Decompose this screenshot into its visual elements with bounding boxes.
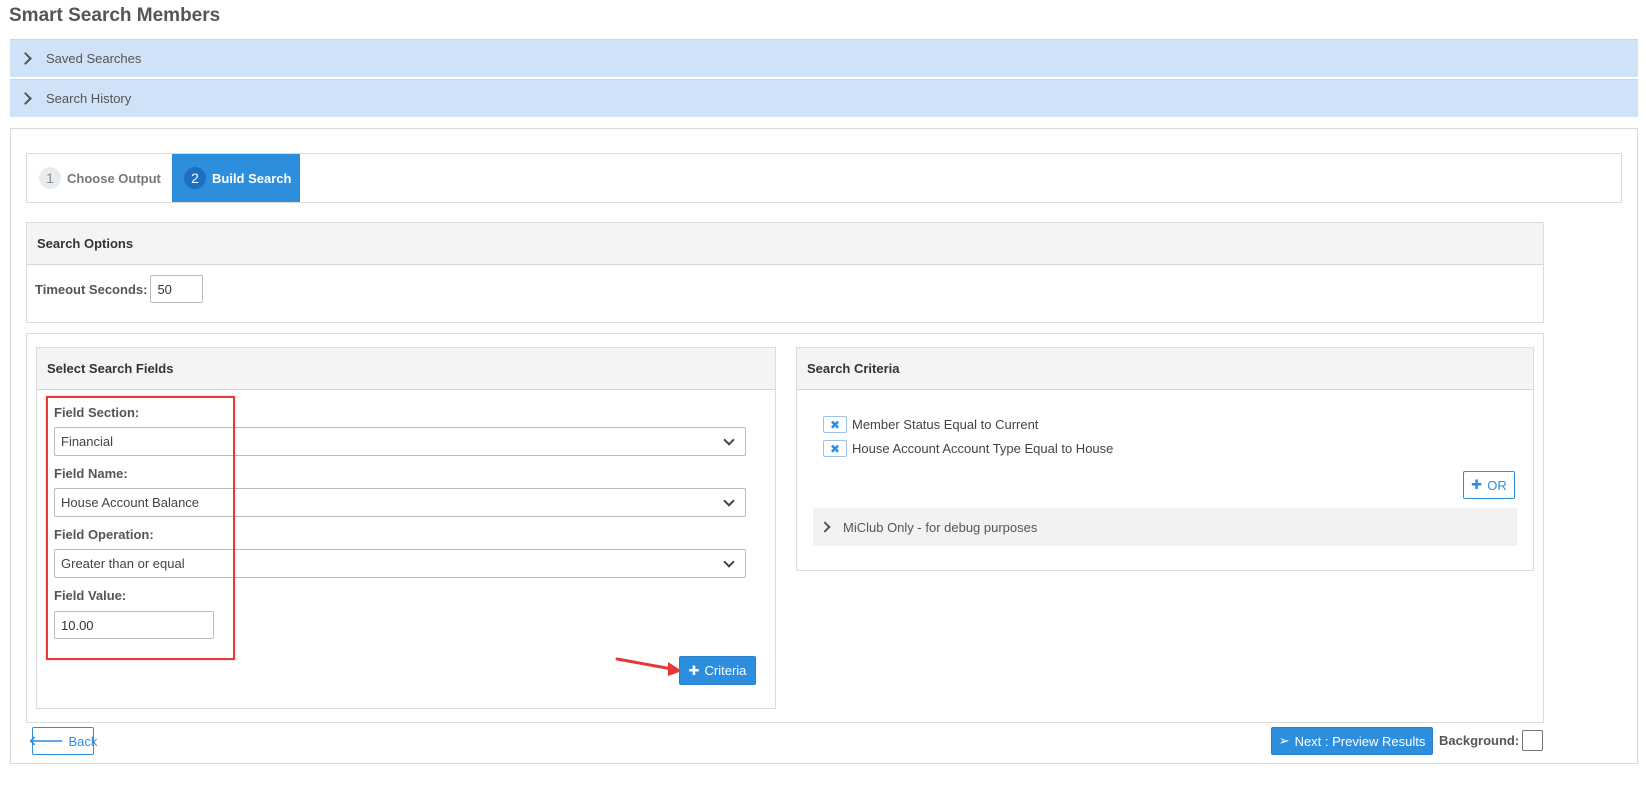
criteria-text: Member Status Equal to Current [852, 417, 1039, 432]
field-operation-select[interactable]: Greater than or equal [54, 549, 746, 578]
chevron-right-icon [19, 92, 32, 105]
plus-icon: ✚ [688, 662, 700, 678]
wizard-steps: 1 Choose Output 2 Build Search [26, 153, 1622, 203]
criteria-item: ✖ House Account Account Type Equal to Ho… [823, 440, 1113, 457]
field-value-input[interactable] [54, 611, 214, 639]
search-options-panel: Search Options Timeout Seconds: [26, 222, 1544, 323]
field-section-label: Field Section: [54, 405, 140, 420]
criteria-text: House Account Account Type Equal to Hous… [852, 441, 1114, 456]
add-criteria-label: Criteria [704, 663, 747, 678]
or-label: OR [1487, 477, 1507, 493]
step-build-search[interactable]: 2 Build Search [172, 154, 300, 202]
panel-heading: Search Criteria [797, 348, 1533, 390]
accordion-label: Saved Searches [46, 51, 142, 66]
accordion-saved-searches[interactable]: Saved Searches [10, 39, 1638, 77]
panel-heading: Select Search Fields [37, 348, 775, 390]
page-title: Smart Search Members [9, 5, 221, 26]
close-icon[interactable]: ✖ [823, 440, 847, 457]
chevron-down-icon [723, 495, 735, 507]
step-label: Choose Output [67, 170, 161, 186]
field-name-label: Field Name: [54, 466, 128, 481]
step-number: 2 [184, 167, 206, 189]
close-icon[interactable]: ✖ [823, 416, 847, 433]
select-value: Greater than or equal [61, 556, 185, 571]
timeout-row: Timeout Seconds: [35, 275, 204, 303]
accordion-search-history[interactable]: Search History [10, 79, 1638, 117]
criteria-item: ✖ Member Status Equal to Current [823, 416, 1038, 433]
annotation-arrow-icon [615, 657, 682, 676]
field-section-select[interactable]: Financial [54, 427, 746, 456]
panel-heading: Search Options [27, 223, 1543, 265]
step-label: Build Search [212, 170, 292, 186]
background-option: Background: [1439, 730, 1544, 751]
debug-accordion[interactable]: MiClub Only - for debug purposes [813, 508, 1517, 546]
accordion-label: Search History [46, 91, 132, 106]
debug-label: MiClub Only - for debug purposes [843, 519, 1038, 535]
add-criteria-button[interactable]: ✚ Criteria [679, 656, 756, 685]
select-value: Financial [61, 434, 114, 449]
or-button[interactable]: ✚ OR [1463, 471, 1515, 499]
field-value-label: Field Value: [54, 588, 127, 603]
paper-plane-icon: ➢ [1278, 733, 1290, 748]
field-name-select[interactable]: House Account Balance [54, 488, 746, 517]
select-value: House Account Balance [61, 495, 200, 510]
plus-icon: ✚ [1471, 477, 1483, 492]
chevron-down-icon [723, 434, 735, 446]
back-label: Back [68, 733, 98, 749]
next-label: Next : Preview Results [1294, 733, 1426, 749]
background-checkbox[interactable] [1522, 730, 1544, 751]
field-operation-label: Field Operation: [54, 527, 154, 542]
chevron-right-icon [19, 52, 32, 65]
chevron-down-icon [723, 556, 735, 568]
background-label: Background: [1439, 733, 1520, 748]
next-preview-results-button[interactable]: ➢ Next : Preview Results [1271, 727, 1433, 755]
arrow-left-icon: 🡐 [28, 733, 64, 748]
step-choose-output[interactable]: 1 Choose Output [39, 154, 161, 202]
back-button[interactable]: 🡐 Back [28, 727, 98, 755]
step-number: 1 [39, 167, 61, 189]
chevron-right-icon [819, 521, 831, 533]
timeout-label: Timeout Seconds: [35, 281, 148, 297]
timeout-input[interactable] [150, 275, 204, 303]
